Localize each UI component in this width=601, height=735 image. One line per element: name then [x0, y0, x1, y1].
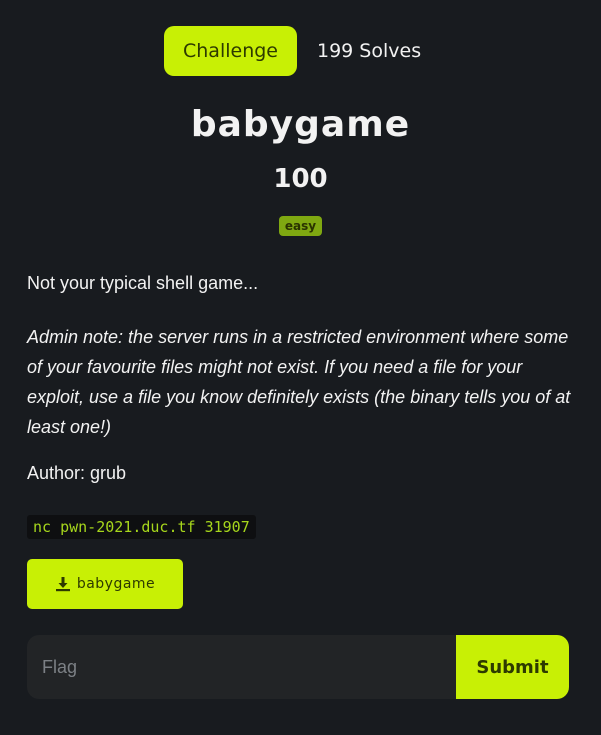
challenge-description: Not your typical shell game... — [27, 273, 259, 293]
tab-solves[interactable]: 199 Solves — [317, 40, 421, 62]
connection-command: nc pwn-2021.duc.tf 31907 — [27, 515, 256, 539]
challenge-points: 100 — [273, 164, 328, 194]
download-file-button[interactable]: babygame — [27, 559, 183, 609]
difficulty-badge-container: easy — [0, 215, 601, 236]
modal-tabs: Challenge 199 Solves — [164, 26, 421, 76]
admin-note: Admin note: the server runs in a restric… — [27, 327, 571, 437]
flag-input[interactable] — [27, 635, 456, 699]
flag-form: Submit — [27, 635, 569, 699]
submit-button[interactable]: Submit — [456, 635, 569, 699]
download-icon — [55, 576, 71, 592]
tab-challenge[interactable]: Challenge — [164, 26, 297, 76]
challenge-author: Author: grub — [27, 463, 127, 483]
download-file-label: babygame — [76, 576, 156, 592]
challenge-title: babygame — [190, 104, 411, 145]
difficulty-badge: easy — [278, 216, 323, 236]
